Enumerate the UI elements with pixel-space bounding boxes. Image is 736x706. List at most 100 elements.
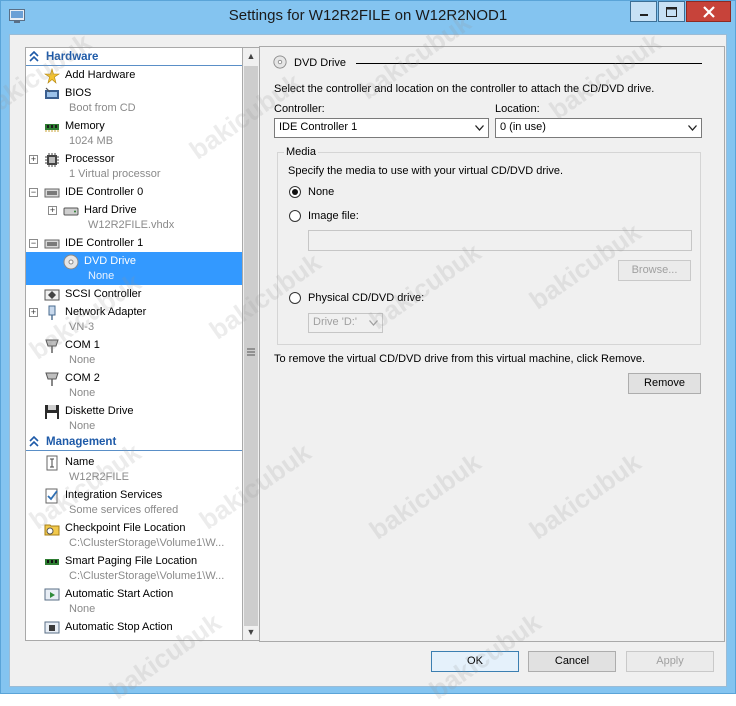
- cancel-button[interactable]: Cancel: [528, 651, 616, 672]
- tree-item-hard-drive[interactable]: + Hard Drive W12R2FILE.vhdx: [26, 201, 242, 234]
- tree-item-label: Integration Services: [65, 489, 163, 501]
- tree-item-smart-paging-file-location[interactable]: Smart Paging File Location C:\ClusterSto…: [26, 552, 242, 585]
- ide-controller-icon: [44, 188, 60, 198]
- tree-item-automatic-stop-action[interactable]: Automatic Stop Action: [26, 618, 242, 640]
- tree-item-label: IDE Controller 0: [65, 186, 144, 198]
- tree-item-label: Memory: [65, 120, 105, 132]
- physical-drive-select[interactable]: Drive 'D:': [308, 313, 383, 333]
- minimize-button[interactable]: [630, 1, 657, 22]
- dvd-drive-icon: [63, 254, 79, 270]
- hardware-section-header[interactable]: Hardware: [26, 50, 242, 66]
- hard-drive-icon: [63, 207, 79, 216]
- window-title: Settings for W12R2FILE on W12R2NOD1: [228, 7, 508, 24]
- tree-item-detail: C:\ClusterStorage\Volume1\W...: [69, 537, 225, 549]
- minimize-icon: [639, 13, 648, 16]
- name-icon: [46, 455, 58, 471]
- tree-item-diskette-drive[interactable]: Diskette Drive None: [26, 402, 242, 435]
- tree-item-detail: None: [69, 603, 96, 615]
- settings-tree: Hardware Add Hardware BIOS Boot from CD: [25, 47, 243, 641]
- tree-scrollbar[interactable]: ▲ ▼: [243, 47, 260, 641]
- title-bar[interactable]: Settings for W12R2FILE on W12R2NOD1: [1, 1, 735, 33]
- tree-item-com-2[interactable]: COM 2 None: [26, 369, 242, 402]
- add-hardware-icon: [44, 68, 60, 84]
- com-port-icon: [45, 339, 59, 353]
- maximize-button[interactable]: [658, 1, 685, 22]
- ide-controller-icon: [44, 239, 60, 249]
- tree-item-detail: VN-3: [69, 321, 95, 333]
- remove-button[interactable]: Remove: [628, 373, 701, 394]
- processor-icon: [45, 153, 59, 167]
- tree-item-detail: W12R2FILE: [69, 471, 129, 483]
- scsi-controller-icon: [44, 289, 60, 301]
- tree-item-label: Automatic Start Action: [65, 588, 174, 600]
- dialog-body: Hardware Add Hardware BIOS Boot from CD: [9, 34, 727, 687]
- tree-item-network-adapter[interactable]: + Network Adapter VN-3: [26, 303, 242, 336]
- hardware-section-label: Hardware: [46, 51, 99, 63]
- tree-item-ide-controller-1[interactable]: − IDE Controller 1: [26, 234, 242, 252]
- tree-item-checkpoint-file-location[interactable]: Checkpoint File Location C:\ClusterStora…: [26, 519, 242, 552]
- diskette-icon: [45, 405, 59, 419]
- dvd-drive-settings-panel: DVD Drive Select the controller and loca…: [259, 46, 725, 642]
- tree-item-bios[interactable]: BIOS Boot from CD: [26, 84, 242, 117]
- auto-stop-icon: [44, 621, 60, 634]
- collapse-chevron-icon: [29, 436, 39, 447]
- tree-item-detail: W12R2FILE.vhdx: [88, 219, 175, 231]
- scroll-down-icon[interactable]: ▼: [243, 624, 259, 640]
- tree-item-processor[interactable]: + Processor 1 Virtual processor: [26, 150, 242, 183]
- chevron-down-icon: [688, 125, 697, 131]
- tree-item-detail: 1024 MB: [69, 135, 114, 147]
- maximize-icon: [666, 6, 677, 17]
- tree-item-label: Checkpoint File Location: [65, 522, 186, 534]
- controller-value: IDE Controller 1: [279, 121, 358, 133]
- tree-item-detail: None: [88, 270, 115, 282]
- tree-item-label: COM 1: [65, 339, 100, 351]
- tree-item-label: Name: [65, 456, 95, 468]
- apply-button[interactable]: Apply: [626, 651, 714, 672]
- radio-image-file[interactable]: [289, 210, 301, 222]
- collapse-toggle[interactable]: −: [29, 239, 38, 248]
- tree-item-integration-services[interactable]: Integration Services Some services offer…: [26, 486, 242, 519]
- remove-note: To remove the virtual CD/DVD drive from …: [274, 353, 646, 365]
- chevron-down-icon: [369, 320, 378, 326]
- settings-window: Settings for W12R2FILE on W12R2NOD1 Hard…: [0, 0, 736, 705]
- radio-physical-drive[interactable]: [289, 292, 301, 304]
- tree-item-detail: Some services offered: [69, 504, 179, 516]
- expand-toggle[interactable]: +: [29, 308, 38, 317]
- tree-item-add-hardware[interactable]: Add Hardware: [26, 66, 242, 84]
- tree-item-automatic-start-action[interactable]: Automatic Start Action None: [26, 585, 242, 618]
- tree-item-label: Hard Drive: [84, 204, 137, 216]
- tree-item-memory[interactable]: Memory 1024 MB: [26, 117, 242, 150]
- collapse-chevron-icon: [29, 51, 39, 62]
- scroll-up-icon[interactable]: ▲: [243, 48, 259, 64]
- controller-label: Controller:: [274, 103, 325, 115]
- tree-item-dvd-drive[interactable]: DVD Drive None: [26, 252, 242, 285]
- tree-item-label: DVD Drive: [84, 255, 136, 267]
- tree-item-scsi-controller[interactable]: SCSI Controller: [26, 285, 242, 303]
- expand-toggle[interactable]: +: [29, 155, 38, 164]
- radio-image-file-label: Image file:: [308, 210, 359, 222]
- browse-button[interactable]: Browse...: [618, 260, 691, 281]
- tree-item-label: COM 2: [65, 372, 100, 384]
- location-label: Location:: [495, 103, 540, 115]
- collapse-toggle[interactable]: −: [29, 188, 38, 197]
- checkpoint-icon: [44, 524, 60, 536]
- ok-button[interactable]: OK: [431, 651, 519, 672]
- tree-item-label: Add Hardware: [65, 69, 136, 81]
- radio-physical-drive-label: Physical CD/DVD drive:: [308, 292, 425, 304]
- tree-item-detail: None: [69, 354, 96, 366]
- location-select[interactable]: 0 (in use): [495, 118, 702, 138]
- tree-item-label: Smart Paging File Location: [65, 555, 198, 567]
- image-file-path-input[interactable]: [308, 230, 692, 251]
- physical-drive-value: Drive 'D:': [313, 316, 357, 328]
- tree-item-label: SCSI Controller: [65, 288, 142, 300]
- scrollbar-thumb[interactable]: [244, 66, 258, 626]
- close-button[interactable]: [686, 1, 731, 22]
- dvd-drive-icon: [273, 55, 287, 69]
- radio-none[interactable]: [289, 186, 301, 198]
- tree-item-com-1[interactable]: COM 1 None: [26, 336, 242, 369]
- tree-item-name[interactable]: Name W12R2FILE: [26, 453, 242, 486]
- management-section-header[interactable]: Management: [26, 435, 242, 451]
- controller-select[interactable]: IDE Controller 1: [274, 118, 489, 138]
- tree-item-ide-controller-0[interactable]: − IDE Controller 0: [26, 183, 242, 201]
- expand-toggle[interactable]: +: [48, 206, 57, 215]
